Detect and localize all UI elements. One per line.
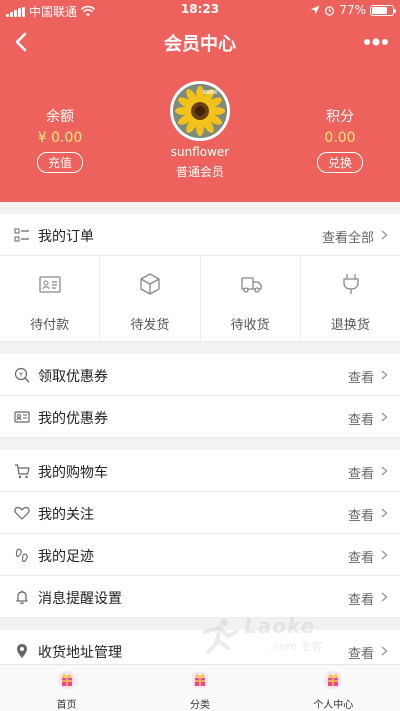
battery-level [372,6,388,14]
chevron-right-icon [381,508,388,518]
watermark-text: Laoke [244,614,316,638]
chevron-right-icon [381,466,388,476]
menu-item-label: 我的优惠券 [38,411,108,427]
view-link[interactable]: 查看 [348,589,374,608]
battery-percent: 77% [339,3,366,17]
menu-item-label: 消息提醒设置 [38,591,122,607]
order-status-label: 待发货 [130,318,170,333]
plug-icon [343,274,359,294]
order-status-returns[interactable]: 退换货 [301,256,400,341]
view-all-orders-link[interactable]: 查看全部 [322,227,374,246]
order-status-pending-receipt[interactable]: 待收货 [201,256,301,341]
points-label: 积分 [326,109,354,125]
location-arrow-icon [310,5,320,15]
menu-item-claim-coupon[interactable]: ¥ 领取优惠券 查看 [0,354,400,396]
menu-item-label: 我的足迹 [38,549,94,565]
view-link[interactable]: 查看 [348,367,374,386]
profile-header: 余额 ¥ 0.00 充值 sunflower 普通会员 积分 0.00 兑换 [0,64,400,202]
home-gift-icon [57,671,76,689]
avatar[interactable] [170,81,230,141]
watermark-subtext: .com 老客 [270,640,323,653]
points-value: 0.00 [324,130,356,146]
watermark-logo: Laoke .com 老客 [200,612,360,656]
bell-icon [16,590,28,605]
nav-bar: 会员中心 [0,20,400,64]
menu-item-label: 领取优惠券 [38,369,108,385]
footprint-icon [15,548,28,562]
card-icon [39,276,61,293]
tab-category[interactable]: 分类 [133,665,266,711]
tab-label: 个人中心 [313,700,354,711]
id-card-icon [14,411,30,423]
tab-label: 首页 [56,700,77,711]
bottom-tab-bar: 首页 分类 个人中心 [0,664,400,711]
profile-gift-icon [324,671,343,689]
points-block: 积分 0.00 兑换 [290,106,390,173]
menu-item-label: 收货地址管理 [38,645,122,661]
menu-item-my-coupons[interactable]: 我的优惠券 查看 [0,396,400,438]
runner-logo-icon [202,618,238,654]
tab-label: 分类 [189,700,210,711]
order-status-pending-shipment[interactable]: 待发货 [100,256,201,341]
menu-item-footprints[interactable]: 我的足迹 查看 [0,534,400,576]
menu-item-label: 我的购物车 [38,465,108,481]
tab-home[interactable]: 首页 [0,665,133,711]
chevron-right-icon [381,592,388,602]
status-bar: 中国联通 18:23 77% [0,0,400,20]
menu-item-cart[interactable]: 我的购物车 查看 [0,450,400,492]
box-icon [140,273,160,295]
battery-icon [370,4,396,16]
more-dots-icon[interactable] [362,32,390,52]
chevron-right-icon [381,370,388,380]
orders-title: 我的订单 [38,229,94,245]
view-link[interactable]: 查看 [348,463,374,482]
sunflower-avatar-image [173,84,227,138]
heart-icon [14,506,30,520]
view-link[interactable]: 查看 [348,547,374,566]
order-status-label: 待收货 [230,318,270,333]
order-status-pending-payment[interactable]: 待付款 [0,256,101,341]
tab-profile[interactable]: 个人中心 [267,665,400,711]
orders-header-row[interactable]: 我的订单 查看全部 [0,214,400,256]
order-status-label: 退换货 [330,318,370,333]
chevron-right-icon [381,230,388,240]
menu-item-following[interactable]: 我的关注 查看 [0,492,400,534]
truck-icon [240,277,262,293]
order-status-grid: 待付款 待发货 待收货 退换货 [0,256,400,342]
view-link[interactable]: 查看 [348,409,374,428]
status-right: 77% [310,3,396,17]
alarm-icon [325,5,335,16]
coupon-icon: ¥ [14,367,30,383]
balance-label: 余额 [46,109,74,125]
chevron-right-icon [381,550,388,560]
menu-item-label: 我的关注 [38,507,94,523]
order-status-label: 待付款 [30,318,70,333]
svg-text:¥: ¥ [19,372,23,379]
cart-icon [15,464,30,479]
location-pin-icon [17,644,27,658]
list-icon [14,228,29,242]
chevron-right-icon [381,412,388,422]
chevron-right-icon [381,646,388,656]
page-title: 会员中心 [164,34,236,55]
exchange-button[interactable]: 兑换 [316,152,363,173]
category-gift-icon [190,671,209,689]
balance-value: ¥ 0.00 [37,130,83,146]
view-link[interactable]: 查看 [348,505,374,524]
